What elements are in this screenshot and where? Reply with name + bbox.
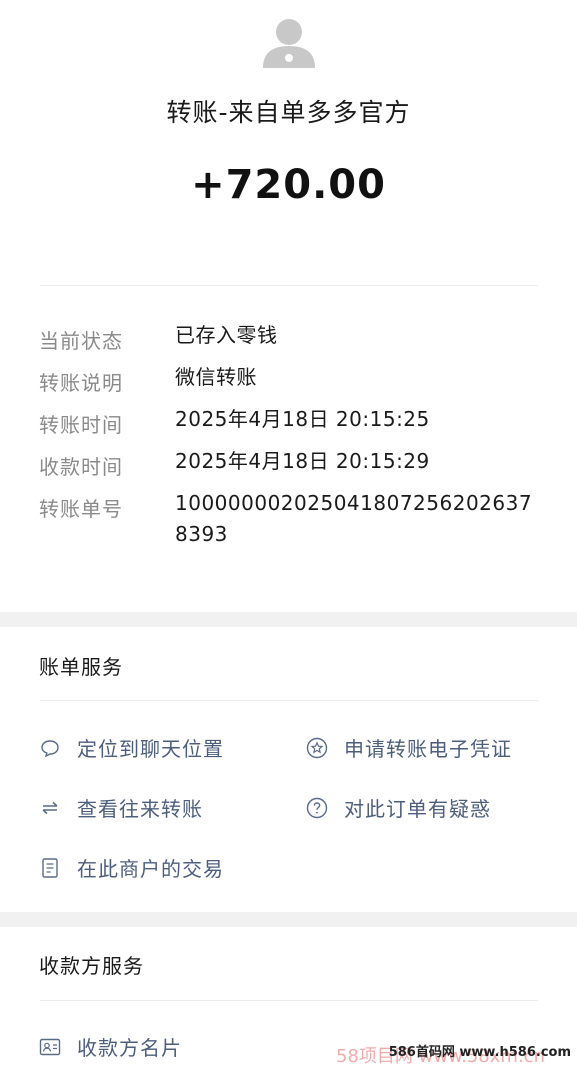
merchant-transactions-button[interactable]: 在此商户的交易 bbox=[39, 853, 224, 882]
star-badge-icon bbox=[306, 737, 328, 759]
section-gap bbox=[0, 912, 577, 927]
divider bbox=[40, 700, 538, 701]
avatar-icon bbox=[259, 10, 319, 70]
apply-receipt-label: 申请转账电子凭证 bbox=[344, 737, 512, 761]
site-watermark: 586首码网 www.h586.com bbox=[388, 1045, 571, 1060]
detail-label-receive-time: 收款时间 bbox=[39, 455, 123, 479]
divider bbox=[40, 1000, 538, 1001]
document-icon bbox=[39, 857, 61, 879]
detail-value-order-no: 100000002025041807256202637 8393 bbox=[175, 491, 533, 546]
payee-services-title: 收款方服务 bbox=[39, 954, 144, 978]
order-question-label: 对此订单有疑惑 bbox=[344, 797, 491, 821]
transfer-arrows-icon bbox=[39, 797, 61, 819]
question-icon bbox=[306, 797, 328, 819]
order-question-button[interactable]: 对此订单有疑惑 bbox=[306, 793, 491, 822]
payer-title: 转账-来自单多多官方 bbox=[166, 98, 411, 127]
merchant-transactions-label: 在此商户的交易 bbox=[77, 857, 224, 881]
locate-chat-button[interactable]: 定位到聊天位置 bbox=[39, 733, 224, 762]
detail-value-note: 微信转账 bbox=[175, 365, 257, 389]
detail-label-transfer-time: 转账时间 bbox=[39, 413, 123, 437]
payee-card-button[interactable]: 收款方名片 bbox=[39, 1032, 182, 1061]
detail-value-transfer-time: 2025年4月18日 20:15:25 bbox=[175, 407, 430, 431]
detail-label-note: 转账说明 bbox=[39, 371, 123, 395]
transfer-amount: +720.00 bbox=[191, 162, 386, 208]
detail-label-order-no: 转账单号 bbox=[39, 497, 123, 521]
payee-card-label: 收款方名片 bbox=[77, 1036, 182, 1060]
bill-services-title: 账单服务 bbox=[39, 655, 123, 679]
chat-bubble-icon bbox=[39, 737, 61, 759]
detail-value-receive-time: 2025年4月18日 20:15:29 bbox=[175, 449, 430, 473]
view-transfers-label: 查看往来转账 bbox=[77, 797, 203, 821]
section-gap bbox=[0, 612, 577, 627]
divider bbox=[40, 285, 538, 286]
locate-chat-label: 定位到聊天位置 bbox=[77, 737, 224, 761]
view-transfers-button[interactable]: 查看往来转账 bbox=[39, 793, 203, 822]
contact-card-icon bbox=[39, 1036, 61, 1058]
apply-receipt-button[interactable]: 申请转账电子凭证 bbox=[306, 733, 512, 762]
detail-label-status: 当前状态 bbox=[39, 329, 123, 353]
detail-value-status: 已存入零钱 bbox=[175, 323, 278, 347]
